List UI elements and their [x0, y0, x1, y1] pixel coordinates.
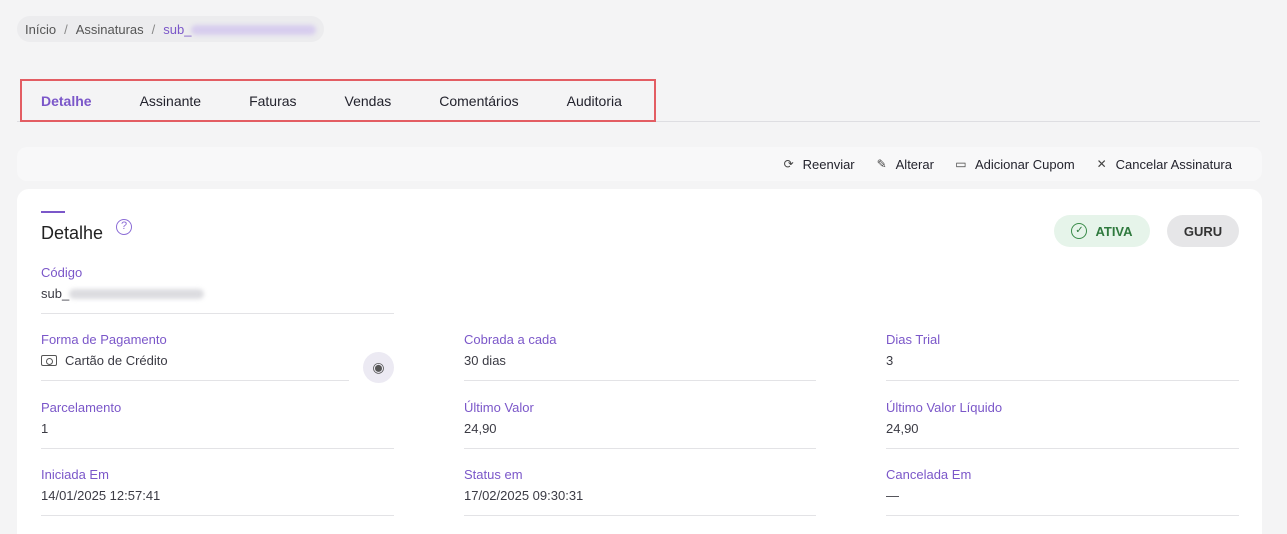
card-title: Detalhe — [41, 223, 104, 243]
action-bar: ⟳ Reenviar ✎ Alterar ▭ Adicionar Cupom ✕… — [17, 147, 1262, 181]
field-installments: Parcelamento 1 — [41, 400, 394, 449]
credit-card-icon — [41, 355, 57, 366]
edit-button[interactable]: ✎ Alterar — [875, 157, 934, 172]
status-badge: ✓ ATIVA — [1054, 215, 1150, 247]
cancel-subscription-button[interactable]: ✕ Cancelar Assinatura — [1095, 157, 1232, 172]
field-last-value: Último Valor 24,90 — [464, 400, 816, 449]
tab-auditoria[interactable]: Auditoria — [567, 93, 622, 109]
tabs-highlight: Detalhe Assinante Faturas Vendas Comentá… — [20, 79, 656, 122]
field-payment-method: Forma de Pagamento Cartão de Crédito — [41, 332, 349, 381]
field-code: Código sub_ — [41, 265, 394, 314]
field-last-net-value: Último Valor Líquido 24,90 — [886, 400, 1239, 449]
resend-button[interactable]: ⟳ Reenviar — [782, 157, 855, 172]
breadcrumb-home[interactable]: Início — [25, 22, 56, 37]
breadcrumb-separator: / — [151, 21, 156, 37]
detail-card: Detalhe ? ✓ ATIVA GURU Código sub_ Forma… — [17, 189, 1262, 534]
source-badge: GURU — [1167, 215, 1239, 247]
breadcrumb: Início / Assinaturas / sub_ — [17, 16, 325, 42]
redacted-id — [191, 25, 317, 36]
field-trial-days: Dias Trial 3 — [886, 332, 1239, 381]
field-status-at: Status em 17/02/2025 09:30:31 — [464, 467, 816, 516]
breadcrumb-subscriptions[interactable]: Assinaturas — [76, 22, 144, 37]
redacted-code — [69, 288, 205, 299]
edit-icon: ✎ — [876, 157, 887, 171]
tab-comentarios[interactable]: Comentários — [439, 93, 518, 109]
tab-bar: Detalhe Assinante Faturas Vendas Comentá… — [17, 78, 1260, 122]
field-started-at: Iniciada Em 14/01/2025 12:57:41 — [41, 467, 394, 516]
tab-detalhe[interactable]: Detalhe — [41, 93, 92, 109]
ticket-icon: ▭ — [955, 157, 967, 171]
tab-vendas[interactable]: Vendas — [345, 93, 392, 109]
breadcrumb-current: sub_ — [163, 22, 317, 37]
field-cancelled-at: Cancelada Em — — [886, 467, 1239, 516]
add-coupon-button[interactable]: ▭ Adicionar Cupom — [954, 157, 1074, 172]
title-accent — [41, 211, 65, 213]
eye-icon[interactable]: ◉ — [363, 352, 394, 383]
tab-assinante[interactable]: Assinante — [140, 93, 201, 109]
field-charged-every: Cobrada a cada 30 dias — [464, 332, 816, 381]
refresh-icon: ⟳ — [783, 157, 794, 171]
tab-faturas[interactable]: Faturas — [249, 93, 296, 109]
help-icon[interactable]: ? — [116, 219, 132, 235]
close-icon: ✕ — [1096, 157, 1107, 171]
check-circle-icon: ✓ — [1071, 223, 1088, 239]
breadcrumb-separator: / — [64, 21, 68, 37]
